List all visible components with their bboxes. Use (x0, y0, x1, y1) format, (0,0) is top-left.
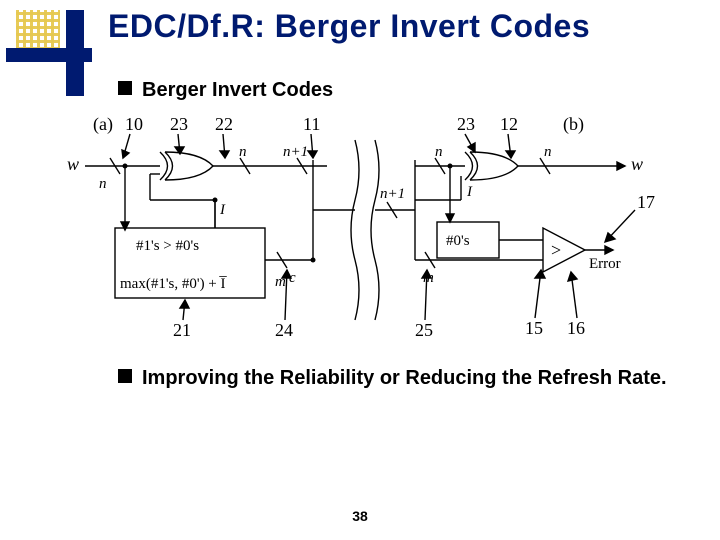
label-cnt-l1: #1's > #0's (136, 238, 199, 254)
num-16: 16 (567, 318, 585, 338)
bullet-marker (118, 81, 132, 95)
num-12: 12 (500, 114, 518, 134)
num-23a: 23 (170, 114, 188, 134)
num-24: 24 (275, 320, 293, 340)
label-a: (a) (93, 114, 113, 135)
label-cmp: > (551, 240, 561, 260)
num-25: 25 (415, 320, 433, 340)
label-I-a: I (219, 202, 226, 218)
bullet-1: Berger Invert Codes (118, 78, 333, 103)
num-22: 22 (215, 114, 233, 134)
logo-grid (16, 10, 60, 50)
logo-bar-vertical (66, 10, 84, 96)
label-b: (b) (563, 114, 584, 135)
bullet-2-text: Improving the Reliability or Reducing th… (142, 366, 667, 391)
label-n2: n (435, 144, 443, 160)
label-cnt-l2: max(#1's, #0') + I̅ (120, 276, 227, 292)
label-n-in: n (99, 176, 107, 192)
num-15: 15 (525, 318, 543, 338)
label-n-out: n (544, 144, 552, 160)
label-cnt0: #0's (446, 233, 470, 249)
num-11: 11 (303, 114, 320, 134)
label-n1: n (239, 144, 247, 160)
label-w-in: w (67, 154, 79, 174)
page-number: 38 (352, 508, 368, 524)
num-17: 17 (637, 192, 655, 212)
label-np1-b: n+1 (380, 186, 405, 202)
circuit-diagram: (a) 10 23 22 11 23 12 (b) w n I n n+1 (65, 110, 665, 350)
label-I-b: I (466, 184, 473, 200)
label-w-out: w (631, 154, 643, 174)
bullet-2: Improving the Reliability or Reducing th… (118, 366, 700, 391)
num-23b: 23 (457, 114, 475, 134)
label-np1: n+1 (283, 144, 308, 160)
num-21: 21 (173, 320, 191, 340)
slide-title: EDC/Df.R: Berger Invert Codes (108, 8, 590, 45)
label-error: Error (589, 256, 621, 272)
num-10: 10 (125, 114, 143, 134)
bullet-marker (118, 369, 132, 383)
bullet-1-text: Berger Invert Codes (142, 78, 333, 103)
